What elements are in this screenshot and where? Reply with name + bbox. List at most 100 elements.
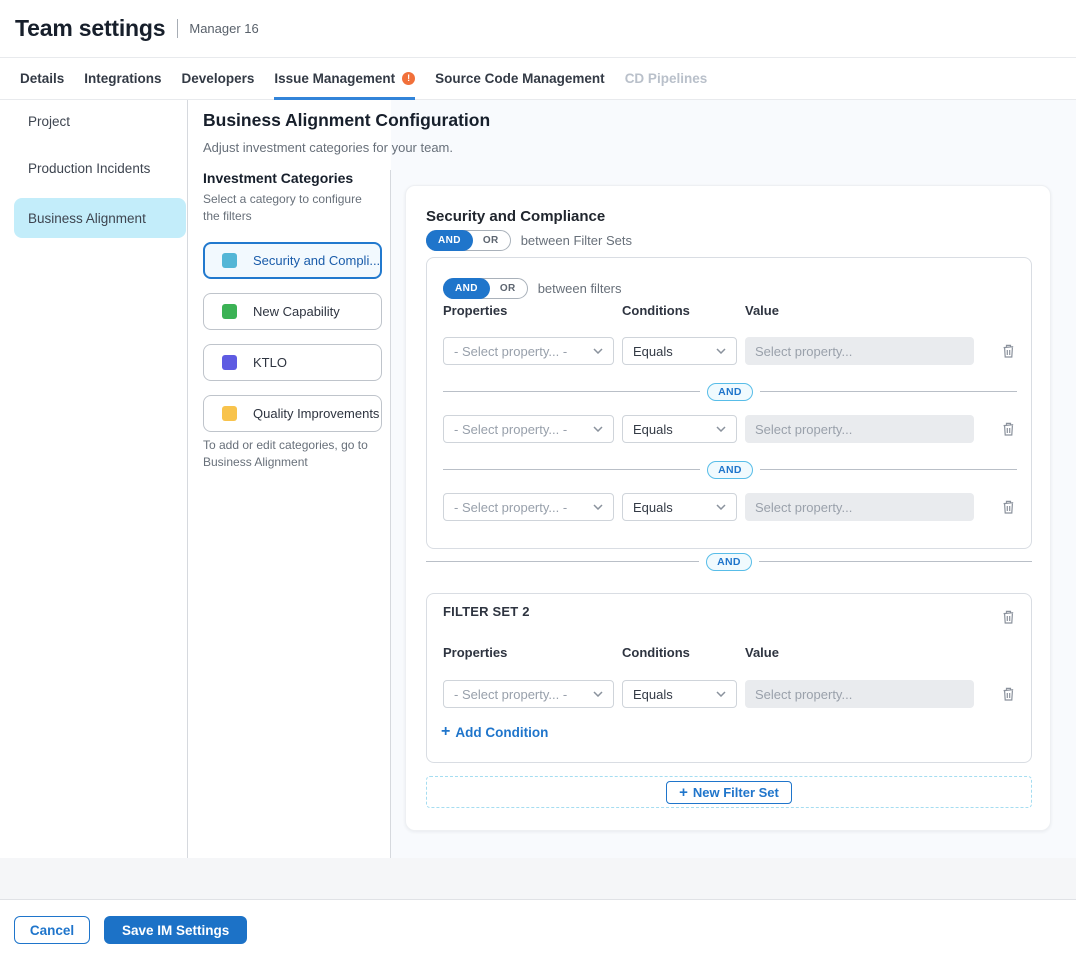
category-color-swatch xyxy=(222,304,237,319)
chevron-down-icon xyxy=(593,691,603,697)
trash-icon xyxy=(1001,421,1016,437)
chevron-down-icon xyxy=(593,504,603,510)
categories-footnote: To add or edit categories, go to Busines… xyxy=(203,437,379,471)
filter-set-1: AND OR between filters Properties Condit… xyxy=(426,257,1032,549)
and-connector-pill: AND xyxy=(707,383,753,401)
column-header-conditions: Conditions xyxy=(622,645,690,660)
value-input xyxy=(745,337,974,365)
new-filter-set-button[interactable]: + New Filter Set xyxy=(666,781,792,804)
property-select[interactable]: - Select property... - xyxy=(443,337,614,365)
categories-hint: Select a category to configure the filte… xyxy=(203,191,365,226)
column-header-value: Value xyxy=(745,645,779,660)
tab-issue-management[interactable]: Issue Management ! xyxy=(274,58,415,99)
alert-badge-icon: ! xyxy=(402,72,415,85)
category-security-and-compliance[interactable]: Security and Compli... xyxy=(203,242,382,279)
tab-cd-pipelines: CD Pipelines xyxy=(625,58,708,99)
team-name: Manager 16 xyxy=(189,21,258,36)
sidebar-item-project[interactable]: Project xyxy=(14,105,186,137)
save-im-settings-button[interactable]: Save IM Settings xyxy=(104,916,247,944)
or-option[interactable]: OR xyxy=(472,235,510,246)
and-connector-between-sets: AND xyxy=(426,552,1032,571)
column-header-properties: Properties xyxy=(443,303,507,318)
filter-config-area: Security and Compliance AND OR between F… xyxy=(391,100,1076,858)
filter-sets-operator-row: AND OR between Filter Sets xyxy=(426,230,632,251)
between-filter-sets-label: between Filter Sets xyxy=(521,233,632,248)
title-divider xyxy=(177,19,178,38)
value-input xyxy=(745,680,974,708)
tab-developers[interactable]: Developers xyxy=(182,58,255,99)
footer-actions: Cancel Save IM Settings xyxy=(0,900,1076,956)
condition-select[interactable]: Equals xyxy=(622,337,737,365)
config-title: Business Alignment Configuration xyxy=(203,110,490,131)
or-option[interactable]: OR xyxy=(489,283,527,294)
filter-set-2-title: FILTER SET 2 xyxy=(443,604,530,619)
category-color-swatch xyxy=(222,406,237,421)
category-quality-improvements[interactable]: Quality Improvements xyxy=(203,395,382,432)
column-header-value: Value xyxy=(745,303,779,318)
page-title: Team settings xyxy=(15,15,165,42)
filter-row: - Select property... - Equals xyxy=(427,680,1031,708)
trash-icon xyxy=(1001,609,1016,625)
add-condition-button[interactable]: + Add Condition xyxy=(441,724,548,740)
condition-select[interactable]: Equals xyxy=(622,680,737,708)
condition-select[interactable]: Equals xyxy=(622,493,737,521)
investment-categories-column: Investment Categories Select a category … xyxy=(188,100,390,858)
category-color-swatch xyxy=(222,253,237,268)
chevron-down-icon xyxy=(716,691,726,697)
tab-source-code-management[interactable]: Source Code Management xyxy=(435,58,605,99)
trash-icon xyxy=(1001,499,1016,515)
and-connector: AND xyxy=(443,382,1017,401)
category-list: Security and Compli... New Capability KT… xyxy=(203,242,382,446)
chevron-down-icon xyxy=(593,426,603,432)
selected-category-title: Security and Compliance xyxy=(426,208,605,225)
between-filters-label: between filters xyxy=(538,281,622,296)
category-ktlo[interactable]: KTLO xyxy=(203,344,382,381)
trash-icon xyxy=(1001,343,1016,359)
delete-filter-button[interactable] xyxy=(999,498,1017,516)
delete-filter-set-button[interactable] xyxy=(999,608,1017,626)
chevron-down-icon xyxy=(716,504,726,510)
settings-tabbar: Details Integrations Developers Issue Ma… xyxy=(0,58,1076,100)
plus-icon: + xyxy=(679,785,688,800)
tab-details[interactable]: Details xyxy=(20,58,64,99)
delete-filter-button[interactable] xyxy=(999,342,1017,360)
value-input xyxy=(745,415,974,443)
page-header: Team settings Manager 16 xyxy=(0,0,1076,58)
sidebar-item-production-incidents[interactable]: Production Incidents xyxy=(14,152,186,184)
trash-icon xyxy=(1001,686,1016,702)
and-connector: AND xyxy=(443,460,1017,479)
column-header-conditions: Conditions xyxy=(622,303,690,318)
footer-spacer xyxy=(0,858,1076,900)
chevron-down-icon xyxy=(716,426,726,432)
column-header-properties: Properties xyxy=(443,645,507,660)
filter-row: - Select property... - Equals xyxy=(427,337,1031,365)
delete-filter-button[interactable] xyxy=(999,420,1017,438)
category-filter-panel: Security and Compliance AND OR between F… xyxy=(405,185,1051,831)
and-option[interactable]: AND xyxy=(443,278,490,299)
condition-select[interactable]: Equals xyxy=(622,415,737,443)
property-select[interactable]: - Select property... - xyxy=(443,493,614,521)
filters-operator-row: AND OR between filters xyxy=(443,278,622,299)
value-input xyxy=(745,493,974,521)
filter-row: - Select property... - Equals xyxy=(427,493,1031,521)
property-select[interactable]: - Select property... - xyxy=(443,680,614,708)
and-or-toggle[interactable]: AND OR xyxy=(426,230,511,251)
sidebar-item-business-alignment[interactable]: Business Alignment xyxy=(14,198,186,238)
content-area: Project Production Incidents Business Al… xyxy=(0,100,1076,858)
filter-set-2: FILTER SET 2 Properties Conditions Value… xyxy=(426,593,1032,763)
new-filter-set-dropzone: + New Filter Set xyxy=(426,776,1032,808)
config-subtitle: Adjust investment categories for your te… xyxy=(203,140,453,155)
and-or-toggle[interactable]: AND OR xyxy=(443,278,528,299)
property-select[interactable]: - Select property... - xyxy=(443,415,614,443)
and-option[interactable]: AND xyxy=(426,230,473,251)
plus-icon: + xyxy=(441,724,450,740)
delete-filter-button[interactable] xyxy=(999,685,1017,703)
filter-row: - Select property... - Equals xyxy=(427,415,1031,443)
and-connector-pill: AND xyxy=(707,461,753,479)
category-color-swatch xyxy=(222,355,237,370)
cancel-button[interactable]: Cancel xyxy=(14,916,90,944)
tab-integrations[interactable]: Integrations xyxy=(84,58,161,99)
category-new-capability[interactable]: New Capability xyxy=(203,293,382,330)
settings-sidebar: Project Production Incidents Business Al… xyxy=(0,100,188,858)
chevron-down-icon xyxy=(716,348,726,354)
